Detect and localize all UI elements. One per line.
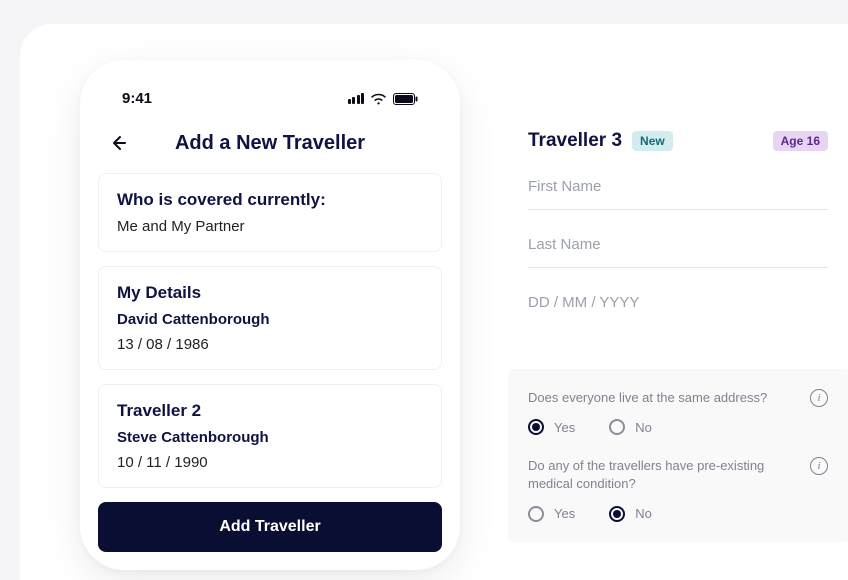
- my-details-dob: 13 / 08 / 1986: [117, 336, 423, 353]
- traveller3-card: Traveller 3 New Age 16: [508, 108, 848, 349]
- q1-no-option[interactable]: No: [609, 419, 652, 435]
- covered-heading: Who is covered currently:: [117, 190, 423, 210]
- q1-yes-option[interactable]: Yes: [528, 419, 575, 435]
- nav-row: Add a New Traveller: [98, 127, 442, 173]
- canvas: 9:41 Add a New Traveller Who is covered …: [20, 24, 848, 580]
- traveller2-heading: Traveller 2: [117, 401, 423, 421]
- q2-text: Do any of the travellers have pre-existi…: [528, 457, 798, 493]
- traveller3-title: Traveller 3: [528, 130, 622, 152]
- q2-no-label: No: [635, 506, 652, 521]
- last-name-field[interactable]: [528, 224, 828, 268]
- my-details-name: David Cattenborough: [117, 311, 423, 328]
- status-time: 9:41: [122, 90, 152, 107]
- info-icon[interactable]: i: [810, 457, 828, 475]
- dob-field[interactable]: [528, 282, 828, 325]
- q1-row: Does everyone live at the same address? …: [528, 389, 828, 407]
- q1-yes-label: Yes: [554, 420, 575, 435]
- traveller2-card[interactable]: Traveller 2 Steve Cattenborough 10 / 11 …: [98, 384, 442, 488]
- q2-yes-option[interactable]: Yes: [528, 506, 575, 522]
- age-badge: Age 16: [773, 131, 828, 151]
- traveller2-dob: 10 / 11 / 1990: [117, 454, 423, 471]
- covered-card[interactable]: Who is covered currently: Me and My Part…: [98, 173, 442, 252]
- questions-card: Does everyone live at the same address? …: [508, 369, 848, 542]
- q2-yes-label: Yes: [554, 506, 575, 521]
- radio-selected-icon: [528, 419, 544, 435]
- q1-text: Does everyone live at the same address?: [528, 389, 798, 407]
- radio-selected-icon: [609, 506, 625, 522]
- add-traveller-button[interactable]: Add Traveller: [98, 502, 442, 552]
- new-badge: New: [632, 131, 673, 151]
- q2-no-option[interactable]: No: [609, 506, 652, 522]
- wifi-icon: [370, 93, 387, 105]
- info-icon[interactable]: i: [810, 389, 828, 407]
- q2-row: Do any of the travellers have pre-existi…: [528, 457, 828, 493]
- q1-no-label: No: [635, 420, 652, 435]
- first-name-field[interactable]: [528, 166, 828, 210]
- covered-value: Me and My Partner: [117, 218, 423, 235]
- q2-options: Yes No: [528, 506, 828, 522]
- radio-empty-icon: [609, 419, 625, 435]
- q1-options: Yes No: [528, 419, 828, 435]
- cellular-icon: [348, 93, 365, 104]
- traveller3-header: Traveller 3 New Age 16: [528, 130, 828, 152]
- status-bar: 9:41: [98, 84, 442, 127]
- status-icons: [348, 93, 419, 105]
- battery-icon: [393, 93, 418, 105]
- phone-frame: 9:41 Add a New Traveller Who is covered …: [80, 60, 460, 570]
- traveller2-name: Steve Cattenborough: [117, 429, 423, 446]
- page-title: Add a New Traveller: [106, 132, 434, 155]
- right-panel: Traveller 3 New Age 16 Does everyone liv…: [508, 108, 848, 542]
- my-details-card[interactable]: My Details David Cattenborough 13 / 08 /…: [98, 266, 442, 370]
- my-details-heading: My Details: [117, 283, 423, 303]
- radio-empty-icon: [528, 506, 544, 522]
